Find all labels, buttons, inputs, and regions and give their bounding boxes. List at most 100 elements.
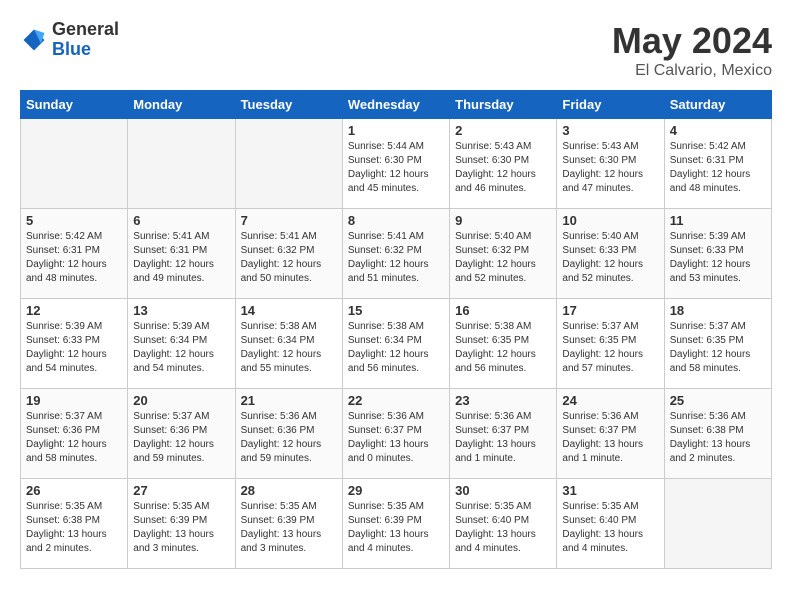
day-number: 5 bbox=[26, 213, 122, 228]
calendar-cell: 16 Sunrise: 5:38 AMSunset: 6:35 PMDayligh… bbox=[450, 299, 557, 389]
location: El Calvario, Mexico bbox=[612, 62, 772, 80]
day-info: Sunrise: 5:43 AMSunset: 6:30 PMDaylight:… bbox=[455, 140, 551, 196]
day-info: Sunrise: 5:35 AMSunset: 6:40 PMDaylight:… bbox=[562, 500, 658, 556]
day-number: 17 bbox=[562, 303, 658, 318]
day-number: 16 bbox=[455, 303, 551, 318]
day-info: Sunrise: 5:35 AMSunset: 6:39 PMDaylight:… bbox=[133, 500, 229, 556]
calendar-body: 1Sunrise: 5:44 AMSunset: 6:30 PMDaylight… bbox=[21, 119, 772, 569]
day-number: 24 bbox=[562, 393, 658, 408]
day-info: Sunrise: 5:38 AMSunset: 6:35 PMDaylight:… bbox=[455, 320, 551, 376]
calendar-cell: 17 Sunrise: 5:37 AMSunset: 6:35 PMDayligh… bbox=[557, 299, 664, 389]
day-info: Sunrise: 5:41 AMSunset: 6:32 PMDaylight:… bbox=[348, 230, 444, 286]
day-info: Sunrise: 5:35 AMSunset: 6:39 PMDaylight:… bbox=[348, 500, 444, 556]
day-info: Sunrise: 5:37 AMSunset: 6:35 PMDaylight:… bbox=[670, 320, 766, 376]
day-info: Sunrise: 5:37 AMSunset: 6:36 PMDaylight:… bbox=[26, 410, 122, 466]
day-info: Sunrise: 5:36 AMSunset: 6:37 PMDaylight:… bbox=[348, 410, 444, 466]
day-number: 27 bbox=[133, 483, 229, 498]
title-section: May 2024 El Calvario, Mexico bbox=[612, 20, 772, 80]
day-number: 2 bbox=[455, 123, 551, 138]
calendar-cell: 13 Sunrise: 5:39 AMSunset: 6:34 PMDayligh… bbox=[128, 299, 235, 389]
logo-text: General Blue bbox=[52, 20, 119, 60]
logo-blue: Blue bbox=[52, 40, 119, 60]
day-number: 30 bbox=[455, 483, 551, 498]
day-number: 18 bbox=[670, 303, 766, 318]
calendar-cell bbox=[128, 119, 235, 209]
month-title: May 2024 bbox=[612, 20, 772, 62]
day-number: 7 bbox=[241, 213, 337, 228]
calendar-cell: 19 Sunrise: 5:37 AMSunset: 6:36 PMDayligh… bbox=[21, 389, 128, 479]
day-info: Sunrise: 5:36 AMSunset: 6:37 PMDaylight:… bbox=[455, 410, 551, 466]
day-info: Sunrise: 5:39 AMSunset: 6:33 PMDaylight:… bbox=[26, 320, 122, 376]
day-info: Sunrise: 5:42 AMSunset: 6:31 PMDaylight:… bbox=[670, 140, 766, 196]
calendar-cell: 8 Sunrise: 5:41 AMSunset: 6:32 PMDaylight… bbox=[342, 209, 449, 299]
calendar-cell: 27 Sunrise: 5:35 AMSunset: 6:39 PMDayligh… bbox=[128, 479, 235, 569]
day-info: Sunrise: 5:35 AMSunset: 6:39 PMDaylight:… bbox=[241, 500, 337, 556]
logo-general: General bbox=[52, 20, 119, 40]
weekday-header-thursday: Thursday bbox=[450, 91, 557, 119]
calendar-cell: 22 Sunrise: 5:36 AMSunset: 6:37 PMDayligh… bbox=[342, 389, 449, 479]
day-info: Sunrise: 5:35 AMSunset: 6:38 PMDaylight:… bbox=[26, 500, 122, 556]
calendar-cell: 25 Sunrise: 5:36 AMSunset: 6:38 PMDayligh… bbox=[664, 389, 771, 479]
calendar-week-3: 12Sunrise: 5:39 AMSunset: 6:33 PMDayligh… bbox=[21, 299, 772, 389]
day-info: Sunrise: 5:43 AMSunset: 6:30 PMDaylight:… bbox=[562, 140, 658, 196]
calendar-cell bbox=[235, 119, 342, 209]
day-number: 10 bbox=[562, 213, 658, 228]
calendar-table: SundayMondayTuesdayWednesdayThursdayFrid… bbox=[20, 90, 772, 569]
day-info: Sunrise: 5:35 AMSunset: 6:40 PMDaylight:… bbox=[455, 500, 551, 556]
calendar-cell: 14 Sunrise: 5:38 AMSunset: 6:34 PMDayligh… bbox=[235, 299, 342, 389]
calendar-cell: 9 Sunrise: 5:40 AMSunset: 6:32 PMDaylight… bbox=[450, 209, 557, 299]
day-number: 19 bbox=[26, 393, 122, 408]
weekday-header-friday: Friday bbox=[557, 91, 664, 119]
day-number: 25 bbox=[670, 393, 766, 408]
day-info: Sunrise: 5:41 AMSunset: 6:31 PMDaylight:… bbox=[133, 230, 229, 286]
day-number: 23 bbox=[455, 393, 551, 408]
day-number: 3 bbox=[562, 123, 658, 138]
calendar-cell: 15Sunrise: 5:38 AMSunset: 6:34 PMDayligh… bbox=[342, 299, 449, 389]
calendar-cell: 2 Sunrise: 5:43 AMSunset: 6:30 PMDaylight… bbox=[450, 119, 557, 209]
calendar-week-5: 26 Sunrise: 5:35 AMSunset: 6:38 PMDayligh… bbox=[21, 479, 772, 569]
day-number: 9 bbox=[455, 213, 551, 228]
logo: General Blue bbox=[20, 20, 119, 60]
day-info: Sunrise: 5:40 AMSunset: 6:33 PMDaylight:… bbox=[562, 230, 658, 286]
day-number: 14 bbox=[241, 303, 337, 318]
day-info: Sunrise: 5:37 AMSunset: 6:35 PMDaylight:… bbox=[562, 320, 658, 376]
weekday-header-sunday: Sunday bbox=[21, 91, 128, 119]
calendar-cell: 7Sunrise: 5:41 AMSunset: 6:32 PMDaylight… bbox=[235, 209, 342, 299]
calendar-cell: 5Sunrise: 5:42 AMSunset: 6:31 PMDaylight… bbox=[21, 209, 128, 299]
day-number: 26 bbox=[26, 483, 122, 498]
day-info: Sunrise: 5:36 AMSunset: 6:36 PMDaylight:… bbox=[241, 410, 337, 466]
day-number: 29 bbox=[348, 483, 444, 498]
day-info: Sunrise: 5:39 AMSunset: 6:33 PMDaylight:… bbox=[670, 230, 766, 286]
calendar-cell: 23 Sunrise: 5:36 AMSunset: 6:37 PMDayligh… bbox=[450, 389, 557, 479]
calendar-cell: 29 Sunrise: 5:35 AMSunset: 6:39 PMDayligh… bbox=[342, 479, 449, 569]
day-number: 8 bbox=[348, 213, 444, 228]
day-number: 21 bbox=[241, 393, 337, 408]
day-number: 6 bbox=[133, 213, 229, 228]
day-info: Sunrise: 5:38 AMSunset: 6:34 PMDaylight:… bbox=[241, 320, 337, 376]
day-number: 4 bbox=[670, 123, 766, 138]
calendar-cell: 12Sunrise: 5:39 AMSunset: 6:33 PMDayligh… bbox=[21, 299, 128, 389]
calendar-week-1: 1Sunrise: 5:44 AMSunset: 6:30 PMDaylight… bbox=[21, 119, 772, 209]
day-info: Sunrise: 5:38 AMSunset: 6:34 PMDaylight:… bbox=[348, 320, 444, 376]
day-number: 22 bbox=[348, 393, 444, 408]
calendar-cell: 26 Sunrise: 5:35 AMSunset: 6:38 PMDayligh… bbox=[21, 479, 128, 569]
day-info: Sunrise: 5:40 AMSunset: 6:32 PMDaylight:… bbox=[455, 230, 551, 286]
day-number: 13 bbox=[133, 303, 229, 318]
calendar-cell bbox=[21, 119, 128, 209]
weekday-header-monday: Monday bbox=[128, 91, 235, 119]
calendar-cell: 31Sunrise: 5:35 AMSunset: 6:40 PMDayligh… bbox=[557, 479, 664, 569]
day-info: Sunrise: 5:37 AMSunset: 6:36 PMDaylight:… bbox=[133, 410, 229, 466]
day-info: Sunrise: 5:36 AMSunset: 6:38 PMDaylight:… bbox=[670, 410, 766, 466]
weekday-header-tuesday: Tuesday bbox=[235, 91, 342, 119]
calendar-cell: 18 Sunrise: 5:37 AMSunset: 6:35 PMDayligh… bbox=[664, 299, 771, 389]
calendar-cell bbox=[664, 479, 771, 569]
weekday-header-saturday: Saturday bbox=[664, 91, 771, 119]
logo-icon bbox=[20, 26, 48, 54]
day-info: Sunrise: 5:36 AMSunset: 6:37 PMDaylight:… bbox=[562, 410, 658, 466]
day-info: Sunrise: 5:39 AMSunset: 6:34 PMDaylight:… bbox=[133, 320, 229, 376]
weekday-header-wednesday: Wednesday bbox=[342, 91, 449, 119]
calendar-cell: 24 Sunrise: 5:36 AMSunset: 6:37 PMDayligh… bbox=[557, 389, 664, 479]
day-number: 1 bbox=[348, 123, 444, 138]
weekday-header: SundayMondayTuesdayWednesdayThursdayFrid… bbox=[21, 91, 772, 119]
header: General Blue May 2024 El Calvario, Mexic… bbox=[20, 20, 772, 80]
